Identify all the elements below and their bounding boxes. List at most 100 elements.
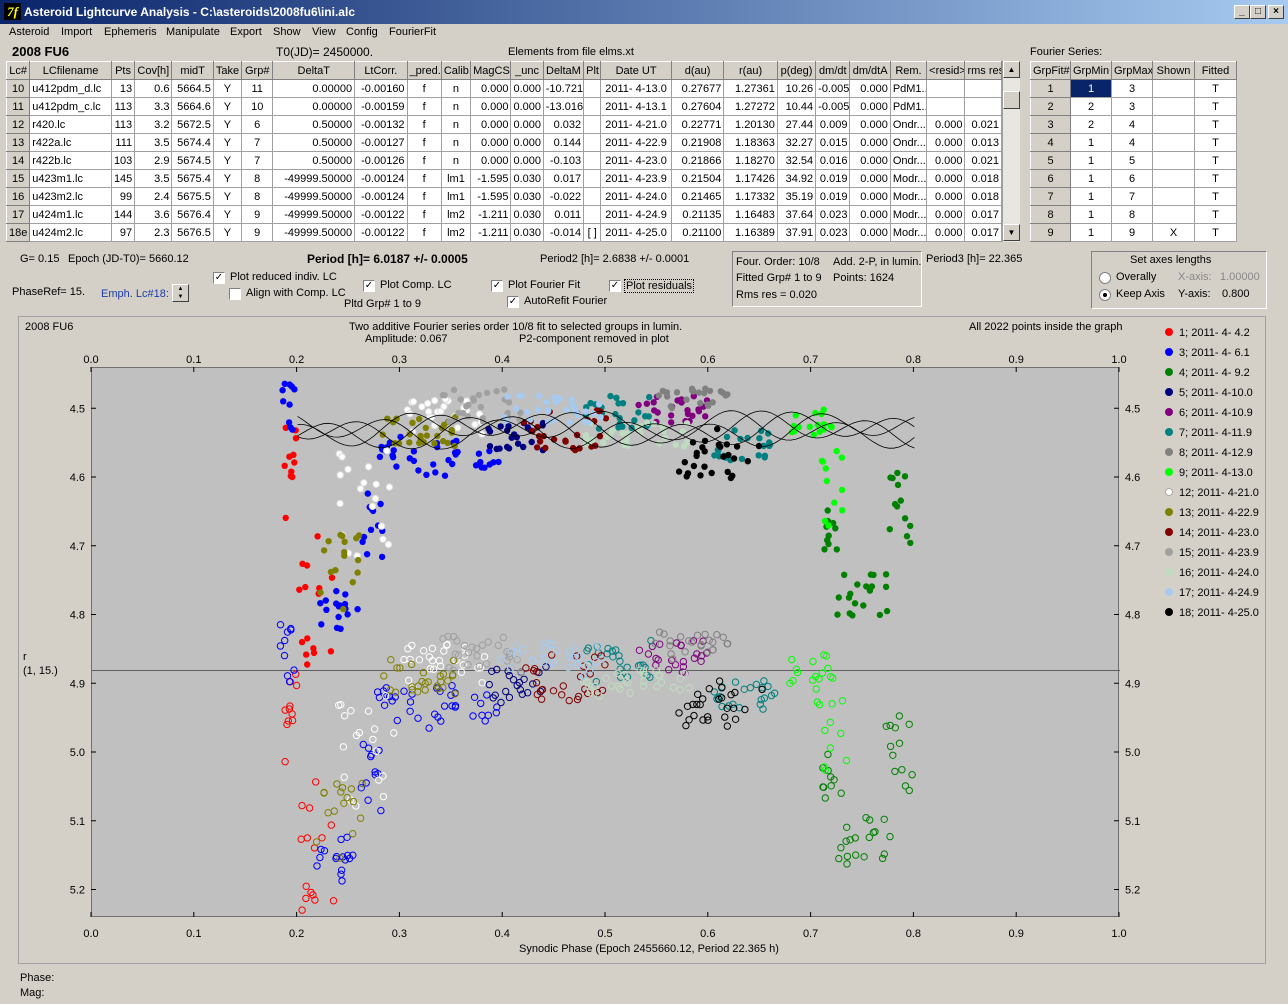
fourier-table-cell[interactable]: T [1194, 223, 1237, 242]
lc-table-cell[interactable]: lm2 [440, 223, 472, 242]
lc-table-cell[interactable]: Modr... [889, 187, 928, 206]
lc-table-cell[interactable]: Y [212, 205, 243, 224]
lc-table-cell[interactable]: 0.030 [510, 205, 544, 224]
fourier-table-cell[interactable]: 9 [1030, 223, 1071, 242]
menu-ephemeris[interactable]: Ephemeris [104, 26, 157, 38]
lc-table-cell[interactable]: 0.50000 [272, 115, 356, 134]
fourier-table-row[interactable]: 414 T [1030, 133, 1237, 152]
lc-table-cell[interactable]: lm2 [440, 205, 472, 224]
fourier-table-cell[interactable]: 1 [1070, 169, 1112, 188]
lc-table-cell[interactable]: 3.5 [134, 169, 173, 188]
lc-table-cell[interactable]: f [406, 205, 442, 224]
lc-table-cell[interactable]: 0.000 [926, 151, 966, 170]
fourier-col-header[interactable]: Fitted [1194, 61, 1237, 80]
lc-table-cell[interactable] [583, 169, 602, 188]
lc-table-cell[interactable]: -0.00160 [354, 79, 408, 98]
menu-manipulate[interactable]: Manipulate [166, 26, 220, 38]
lc-col-header[interactable]: Cov[h] [134, 61, 173, 80]
lc-table-cell[interactable]: 0.019 [815, 187, 851, 206]
lc-table-cell[interactable]: 1.18363 [723, 133, 778, 152]
lc-table-cell[interactable]: 5675.4 [171, 169, 214, 188]
lc-col-header[interactable]: midT [171, 61, 214, 80]
lc-table-cell[interactable]: 0.000 [926, 115, 966, 134]
lc-table-cell[interactable]: Y [212, 115, 243, 134]
lc-col-header[interactable]: DeltaM [542, 61, 585, 80]
lc-table-cell[interactable]: 0.021 [964, 151, 1002, 170]
y-axis-value[interactable]: 0.800 [1222, 288, 1250, 300]
plot-fourier-checkbox[interactable]: ✓ [491, 280, 503, 292]
lc-table-row[interactable]: 17 u424m1.lc 144 3.6 5676.4 Y 9 -49999.50000 -0.… [5, 205, 1002, 224]
lc-table-cell[interactable]: 0.000 [510, 115, 544, 134]
lc-table-cell[interactable]: 0.017 [964, 223, 1002, 242]
lc-table-cell[interactable]: 0.50000 [272, 133, 356, 152]
lc-table-cell[interactable]: 0.030 [510, 223, 544, 242]
fourier-table-row[interactable]: 324 T [1030, 115, 1237, 134]
lc-table-cell[interactable]: 17 [5, 205, 31, 224]
lc-table-cell[interactable]: 0.000 [926, 205, 966, 224]
align-comp-checkbox[interactable] [229, 288, 241, 300]
lc-col-header[interactable]: _pred. [406, 61, 442, 80]
menu-export[interactable]: Export [230, 26, 262, 38]
fourier-table-cell[interactable]: 1 [1030, 79, 1071, 98]
lc-table-cell[interactable] [583, 115, 602, 134]
lc-table-cell[interactable]: 0.016 [815, 151, 851, 170]
lc-table-cell[interactable]: lm1 [440, 169, 472, 188]
lc-table-cell[interactable]: 5664.6 [171, 97, 214, 116]
lc-table-cell[interactable]: 0.21866 [670, 151, 725, 170]
lc-col-header[interactable]: dm/dtA [849, 61, 891, 80]
fourier-table-cell[interactable]: 6 [1111, 169, 1153, 188]
lc-table-cell[interactable]: 1.27272 [723, 97, 778, 116]
lc-table-cell[interactable]: -10.721 [542, 79, 585, 98]
fourier-table-cell[interactable]: 1 [1070, 205, 1112, 224]
lc-table-cell[interactable]: 18e [5, 223, 31, 242]
lc-table-cell[interactable]: 0.000 [849, 79, 891, 98]
fourier-table-cell[interactable]: 1 [1070, 151, 1112, 170]
lc-table-cell[interactable]: 0.000 [849, 97, 891, 116]
lc-table-cell[interactable]: Y [212, 223, 243, 242]
lc-table-row[interactable]: 18e u424m2.lc 97 2.3 5676.5 Y 9 -49999.50000 -0.… [5, 223, 1002, 242]
lc-table-cell[interactable]: f [406, 115, 442, 134]
menu-view[interactable]: View [312, 26, 336, 38]
fourier-table-cell[interactable]: X [1152, 223, 1195, 242]
lc-table-cell[interactable] [926, 79, 966, 98]
lc-table-cell[interactable]: -49999.50000 [272, 187, 356, 206]
lc-table-cell[interactable]: f [406, 79, 442, 98]
lc-table-cell[interactable]: 0.27677 [670, 79, 725, 98]
minimize-button[interactable]: _ [1234, 5, 1250, 19]
lc-table-cell[interactable]: 2.3 [134, 223, 173, 242]
lc-table-cell[interactable]: 2011- 4-13.1 [600, 97, 672, 116]
lc-table-row[interactable]: 12 r420.lc 113 3.2 5672.5 Y 6 0.50000 -0.00132 f n… [5, 115, 1002, 134]
lc-table-cell[interactable]: -0.00126 [354, 151, 408, 170]
lc-table-cell[interactable]: Modr... [889, 205, 928, 224]
lc-table-row[interactable]: 15 u423m1.lc 145 3.5 5675.4 Y 8 -49999.50000 -0.… [5, 169, 1002, 188]
lc-table-cell[interactable]: n [440, 115, 472, 134]
lc-table-cell[interactable]: lm1 [440, 187, 472, 206]
lc-table-cell[interactable]: 0.009 [815, 115, 851, 134]
lc-table-cell[interactable]: -0.00124 [354, 187, 408, 206]
fourier-table-cell[interactable]: 4 [1030, 133, 1071, 152]
fourier-table-cell[interactable]: 6 [1030, 169, 1071, 188]
lc-table-cell[interactable]: 32.27 [776, 133, 817, 152]
lc-table-cell[interactable]: -0.00127 [354, 133, 408, 152]
lc-table-cell[interactable]: 5676.4 [171, 205, 214, 224]
scroll-thumb[interactable] [1003, 91, 1020, 109]
lc-table-cell[interactable]: 5676.5 [171, 223, 214, 242]
lc-col-header[interactable]: Calib. [440, 61, 472, 80]
fourier-table-cell[interactable]: T [1194, 133, 1237, 152]
lc-table-cell[interactable] [964, 97, 1002, 116]
lc-table-cell[interactable]: 11 [241, 79, 274, 98]
lc-table-cell[interactable]: 0.000 [849, 169, 891, 188]
lc-col-header[interactable]: rms res [964, 61, 1002, 80]
lc-table-cell[interactable]: 103 [110, 151, 136, 170]
lc-table-cell[interactable]: r422b.lc [29, 151, 112, 170]
fourier-table-cell[interactable]: 2 [1070, 115, 1112, 134]
lc-table-cell[interactable]: PdM1.. [889, 97, 928, 116]
lc-table-cell[interactable]: 0.21135 [670, 205, 725, 224]
lc-table-cell[interactable]: 0.023 [815, 205, 851, 224]
lc-table-cell[interactable]: 1.20130 [723, 115, 778, 134]
lc-table-cell[interactable]: Ondr... [889, 151, 928, 170]
menu-fourierfit[interactable]: FourierFit [389, 26, 436, 38]
lc-col-header[interactable]: dm/dt [815, 61, 851, 80]
lc-table-cell[interactable]: 0.000 [926, 223, 966, 242]
lc-table-cell[interactable]: 99 [110, 187, 136, 206]
